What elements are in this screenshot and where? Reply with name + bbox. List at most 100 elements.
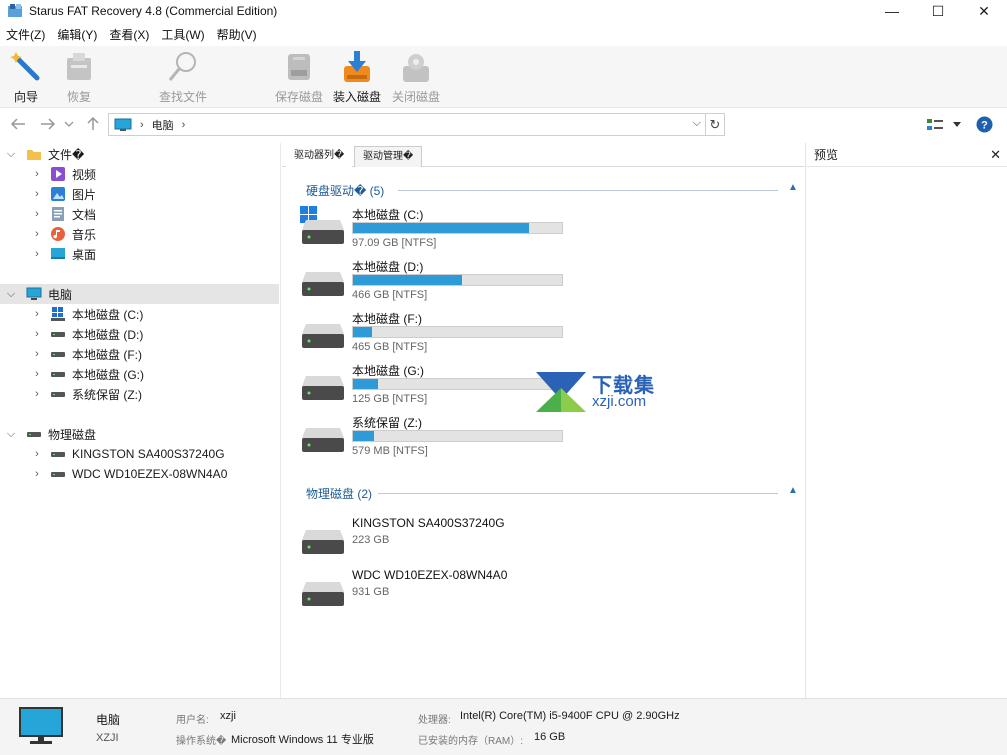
chevron-right-icon[interactable]: ›	[30, 368, 44, 380]
tree-node-kingston[interactable]: › KINGSTON SA400S37240G	[30, 444, 309, 464]
watermark-url: xzji.com	[592, 393, 647, 410]
menu-view[interactable]: 查看(X)	[103, 26, 155, 43]
chevron-right-icon[interactable]: ›	[30, 388, 44, 400]
forward-arrow-icon[interactable]	[40, 118, 56, 130]
tab-drive-list[interactable]: 驱动器列�	[286, 146, 353, 167]
menu-help[interactable]: 帮助(V)	[211, 26, 263, 43]
tree-node-files[interactable]: ⌵ 文件�	[4, 144, 283, 164]
recover-button[interactable]: 恢复	[49, 50, 109, 106]
close-button[interactable]: ✕	[961, 0, 1007, 22]
menu-bar: 文件(Z) 编辑(Y) 查看(X) 工具(W) 帮助(V)	[0, 24, 1007, 44]
tree-node-drive-c[interactable]: › 本地磁盘 (C:)	[30, 304, 309, 324]
chevron-down-icon[interactable]	[64, 120, 74, 128]
drive-size: 125 GB [NTFS]	[352, 393, 428, 405]
user-label: 用户名:	[176, 715, 209, 726]
physical-disk-wdc[interactable]: WDC WD10EZEX-08WN4A0 931 GB	[300, 568, 800, 618]
tree-node-pictures[interactable]: › 图片	[30, 184, 309, 204]
drive-item-c[interactable]: 本地磁盘 (C:) 97.09 GB [NTFS]	[300, 206, 800, 256]
preview-header: 预览	[806, 143, 1007, 167]
chevron-right-icon[interactable]: ›	[30, 188, 44, 200]
breadcrumb-separator: ›	[140, 118, 144, 131]
disk-size: 223 GB	[352, 534, 390, 546]
chevron-right-icon[interactable]: ›	[30, 308, 44, 320]
title-bar: Starus FAT Recovery 4.8 (Commercial Edit…	[0, 0, 1007, 22]
drive-icon	[51, 472, 65, 477]
tree-node-physical-disks[interactable]: ⌵ 物理磁盘	[4, 424, 283, 444]
section-hard-drives[interactable]: 硬盘驱动� (5) ▲	[306, 181, 798, 199]
minimize-button[interactable]: —	[869, 0, 915, 22]
refresh-button[interactable]: ↻	[706, 113, 725, 136]
tab-strip: 驱动器列� 驱动管理�	[282, 143, 804, 167]
collapse-icon[interactable]: ▲	[788, 182, 798, 193]
tree-node-documents[interactable]: › 文档	[30, 204, 309, 224]
chevron-down-icon[interactable]: ⌵	[4, 428, 18, 441]
drive-item-z[interactable]: 系统保留 (Z:) 579 MB [NTFS]	[300, 414, 800, 464]
cpu-value: Intel(R) Core(TM) i5-9400F CPU @ 2.90GHz	[460, 710, 680, 722]
chevron-down-icon[interactable]: ⌵	[4, 288, 18, 301]
drive-size: 97.09 GB [NTFS]	[352, 237, 437, 249]
chevron-right-icon[interactable]: ›	[30, 448, 44, 460]
tree-node-music[interactable]: › 音乐	[30, 224, 309, 244]
tree-node-wdc[interactable]: › WDC WD10EZEX-08WN4A0	[30, 464, 309, 484]
chevron-right-icon[interactable]: ›	[30, 328, 44, 340]
chevron-right-icon[interactable]: ›	[30, 208, 44, 220]
chevron-right-icon[interactable]: ›	[30, 468, 44, 480]
menu-edit[interactable]: 编辑(Y)	[51, 26, 103, 43]
help-icon[interactable]: ?	[976, 116, 993, 133]
collapse-icon[interactable]: ▲	[788, 485, 798, 496]
close-disk-button[interactable]: 关闭磁盘	[386, 50, 446, 106]
wizard-button[interactable]: 向导	[0, 50, 56, 106]
tree-node-drive-z[interactable]: › 系统保留 (Z:)	[30, 384, 309, 404]
tree-label: 音乐	[72, 227, 97, 242]
find-file-button[interactable]: 查找文件	[153, 50, 213, 106]
menu-tools[interactable]: 工具(W)	[155, 26, 210, 43]
usage-fill	[353, 379, 379, 389]
usage-bar	[352, 326, 563, 338]
chevron-right-icon[interactable]: ›	[30, 248, 44, 260]
preview-close-icon[interactable]: ✕	[990, 147, 1001, 163]
drive-size: 466 GB [NTFS]	[352, 289, 428, 301]
section-physical-disks[interactable]: 物理磁盘 (2) ▲	[306, 484, 798, 502]
drive-icon	[51, 452, 65, 457]
drive-name: 本地磁盘 (C:)	[352, 208, 424, 222]
watermark-arrow-icon	[536, 372, 586, 412]
section-divider	[378, 493, 778, 494]
tree-node-drive-d[interactable]: › 本地磁盘 (D:)	[30, 324, 309, 344]
tree-node-drive-f[interactable]: › 本地磁盘 (F:)	[30, 344, 309, 364]
hdd-icon	[302, 428, 344, 452]
address-dropdown-icon[interactable]: ⌵	[693, 117, 701, 130]
tree-node-computer[interactable]: ⌵ 电脑	[0, 284, 279, 304]
save-disk-button[interactable]: 保存磁盘	[269, 50, 329, 106]
view-dropdown-icon[interactable]	[953, 122, 961, 127]
chevron-right-icon[interactable]: ›	[30, 228, 44, 240]
tree-node-desktop[interactable]: › 桌面	[30, 244, 309, 264]
up-arrow-icon[interactable]	[86, 117, 100, 131]
tab-drive-manager[interactable]: 驱动管理�	[354, 146, 423, 167]
maximize-button[interactable]: ☐	[915, 0, 961, 22]
drive-name: 本地磁盘 (D:)	[352, 260, 424, 274]
hdd-icon	[302, 324, 344, 348]
pc-host: XZJI	[96, 732, 119, 744]
chevron-right-icon[interactable]: ›	[30, 168, 44, 180]
physical-disk-kingston[interactable]: KINGSTON SA400S37240G 223 GB	[300, 516, 800, 566]
back-arrow-icon[interactable]	[10, 118, 26, 130]
menu-file[interactable]: 文件(Z)	[0, 26, 51, 43]
drive-item-d[interactable]: 本地磁盘 (D:) 466 GB [NTFS]	[300, 258, 800, 308]
close-disk-icon	[403, 54, 429, 82]
drive-item-f[interactable]: 本地磁盘 (F:) 465 GB [NTFS]	[300, 310, 800, 360]
address-bar[interactable]: › 电脑 › ⌵	[108, 113, 706, 136]
address-row: › 电脑 › ⌵ ↻ ?	[0, 112, 1007, 138]
load-disk-button[interactable]: 装入磁盘	[327, 50, 387, 106]
breadcrumb-computer[interactable]: 电脑	[152, 117, 174, 133]
disk-name: WDC WD10EZEX-08WN4A0	[352, 568, 508, 582]
tree-node-drive-g[interactable]: › 本地磁盘 (G:)	[30, 364, 309, 384]
tree-label: 文件�	[48, 147, 85, 162]
drive-name: 本地磁盘 (G:)	[352, 364, 424, 378]
drive-list-panel: 驱动器列� 驱动管理� 硬盘驱动� (5) ▲ 本地磁盘 (C:) 97.09 …	[282, 143, 804, 698]
chevron-right-icon[interactable]: ›	[30, 348, 44, 360]
tree-node-videos[interactable]: › 视频	[30, 164, 309, 184]
music-icon	[51, 227, 65, 241]
view-options-icon[interactable]	[926, 117, 944, 133]
usage-fill	[353, 431, 374, 441]
chevron-down-icon[interactable]: ⌵	[4, 148, 18, 161]
